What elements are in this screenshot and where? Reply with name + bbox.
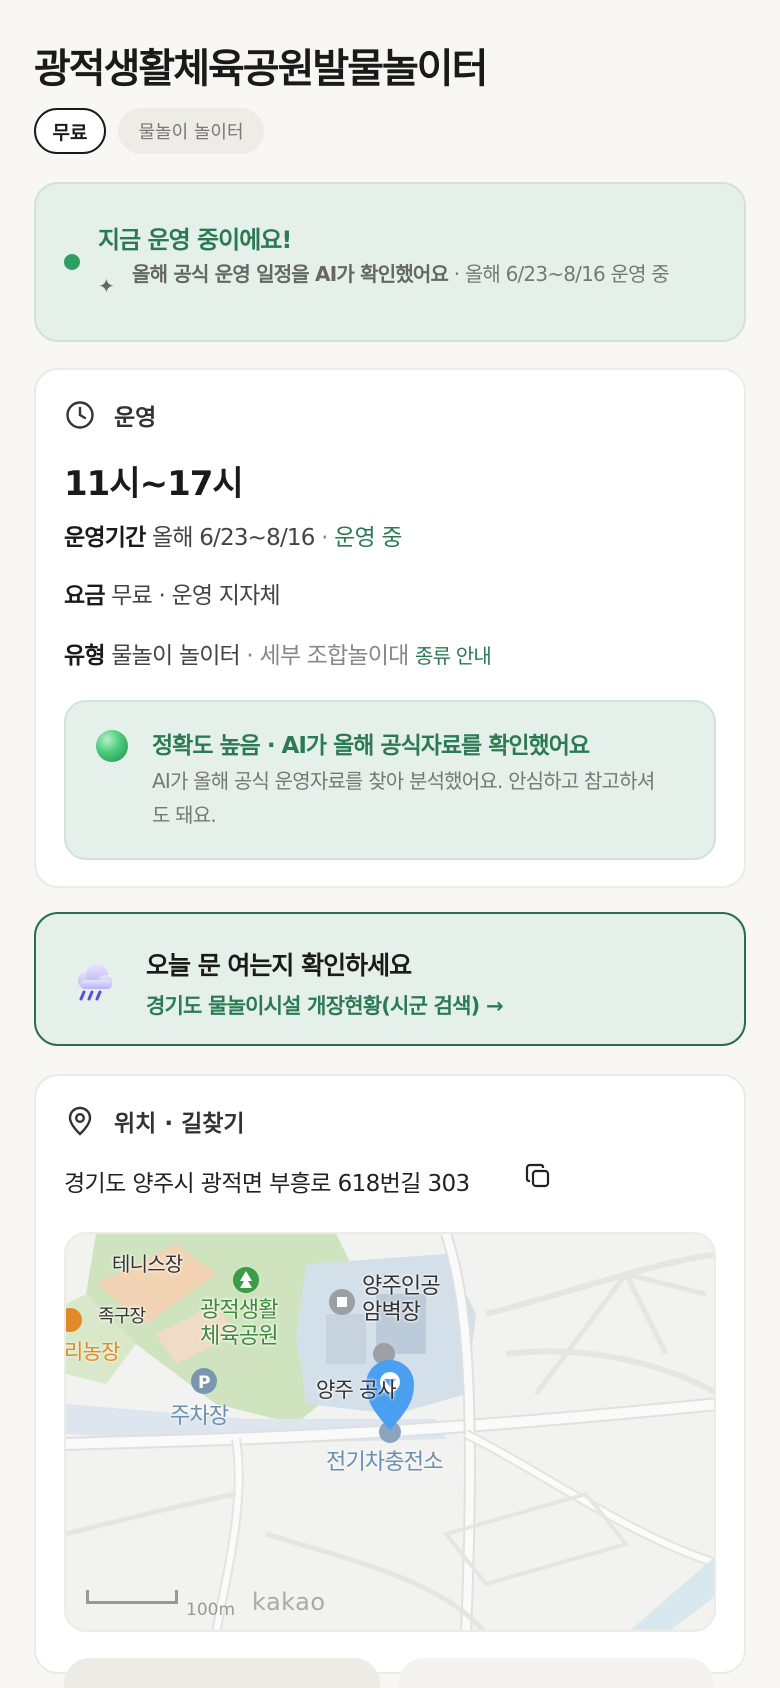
map-label-park-line2: 체육공원 xyxy=(200,1324,279,1349)
map-label-farm: 리농장 xyxy=(64,1340,120,1364)
clock-icon xyxy=(66,401,94,429)
location-pin-icon xyxy=(68,1106,92,1136)
map-label-park-line1: 광적생활 xyxy=(200,1298,279,1323)
type-value: 물놀이 놀이터 xyxy=(111,643,240,669)
period-separator: · xyxy=(314,525,335,551)
map-label-park: 광적생활 체육공원 xyxy=(200,1298,279,1350)
map-label-office: 양주 공사 xyxy=(316,1378,397,1402)
status-ai-note: 올해 공식 운영 일정을 AI가 확인했어요 · 올해 6/23~8/16 운영… xyxy=(132,260,712,288)
location-section-title: 위치 · 길찾기 xyxy=(114,1111,245,1137)
open-check-title: 오늘 문 여는지 확인하세요 xyxy=(146,951,412,980)
period-row: 운영기간 올해 6/23~8/16 · 운영 중 xyxy=(64,518,403,552)
map-label-tennis: 테니스장 xyxy=(112,1252,183,1276)
fee-row: 요금 무료 · 운영 지자체 xyxy=(64,576,281,610)
address-text: 경기도 양주시 광적면 부흥로 618번길 303 xyxy=(64,1171,470,1197)
bottom-action-left[interactable] xyxy=(64,1658,380,1688)
fee-value: 무료 · 운영 지자체 xyxy=(111,583,280,609)
map-label-ev-charging: 전기차충전소 xyxy=(326,1450,443,1475)
copy-icon[interactable] xyxy=(524,1162,552,1190)
fee-label: 요금 xyxy=(64,583,106,609)
map-label-parking: 주차장 xyxy=(170,1404,229,1429)
sparkle-icon: ✦ xyxy=(98,274,115,298)
period-value: 올해 6/23~8/16 xyxy=(151,525,315,551)
operation-card: 운영 11시~17시 운영기간 올해 6/23~8/16 · 운영 중 요금 무… xyxy=(34,368,746,888)
status-card: 지금 운영 중이에요! ✦ 올해 공식 운영 일정을 AI가 확인했어요 · 올… xyxy=(34,182,746,342)
open-status-link[interactable]: 경기도 물놀이시설 개장현황(시군 검색) → xyxy=(146,990,504,1020)
page-title: 광적생활체육공원발물놀이터 xyxy=(34,46,488,92)
accuracy-title: 정확도 높음 · AI가 올해 공식자료를 확인했어요 xyxy=(152,733,590,759)
map-label-jokgu: 족구장 xyxy=(98,1306,146,1327)
map-label-climbing-line1: 양주인공 xyxy=(362,1274,441,1299)
operation-section-title: 운영 xyxy=(114,405,157,431)
fee-chip[interactable]: 무료 xyxy=(34,108,106,154)
open-check-card[interactable]: 오늘 문 여는지 확인하세요 경기도 물놀이시설 개장현황(시군 검색) → xyxy=(34,912,746,1046)
bottom-action-right[interactable] xyxy=(398,1658,714,1688)
location-header: 위치 · 길찾기 xyxy=(64,1104,245,1138)
svg-text:P: P xyxy=(198,1373,210,1393)
map-brand-logo: kakao xyxy=(252,1588,326,1616)
map-label-climbing: 양주인공 암벽장 xyxy=(362,1274,441,1326)
map-label-climbing-line2: 암벽장 xyxy=(362,1300,421,1325)
map-scale-label: 100m xyxy=(186,1600,236,1620)
status-ai-note-rest: · 올해 6/23~8/16 운영 중 xyxy=(448,262,670,286)
period-label: 운영기간 xyxy=(64,525,146,551)
type-row: 유형 물놀이 놀이터 · 세부 조합놀이대 종류 안내 xyxy=(64,636,492,670)
type-guide-link[interactable]: 종류 안내 xyxy=(415,644,492,668)
location-map[interactable]: P 테니스장 족구장 광적생활 체육공원 리농장 주차장 양주인공 암벽장 양주 공… xyxy=(64,1232,716,1632)
type-label: 유형 xyxy=(64,643,106,669)
status-ai-note-bold: 올해 공식 운영 일정을 AI가 확인했어요 xyxy=(132,262,449,286)
status-title: 지금 운영 중이에요! xyxy=(98,226,292,254)
rain-cloud-icon xyxy=(78,964,112,1001)
location-card: 위치 · 길찾기 경기도 양주시 광적면 부흥로 618번길 303 P 테니스… xyxy=(34,1074,746,1674)
status-dot-icon xyxy=(64,254,80,270)
operating-hours: 11시~17시 xyxy=(64,464,244,504)
accuracy-box: 정확도 높음 · AI가 올해 공식자료를 확인했어요 AI가 올해 공식 운영… xyxy=(64,700,716,860)
map-scale-bar xyxy=(86,1590,178,1604)
accuracy-text: AI가 올해 공식 운영자료를 찾아 분석했어요. 안심하고 참고하셔도 돼요. xyxy=(152,769,655,827)
operation-header: 운영 xyxy=(64,398,156,432)
period-status: 운영 중 xyxy=(334,525,402,551)
accuracy-orb-icon xyxy=(96,730,128,762)
type-detail: · 세부 조합놀이대 xyxy=(239,643,409,669)
type-chip[interactable]: 물놀이 놀이터 xyxy=(118,108,264,154)
